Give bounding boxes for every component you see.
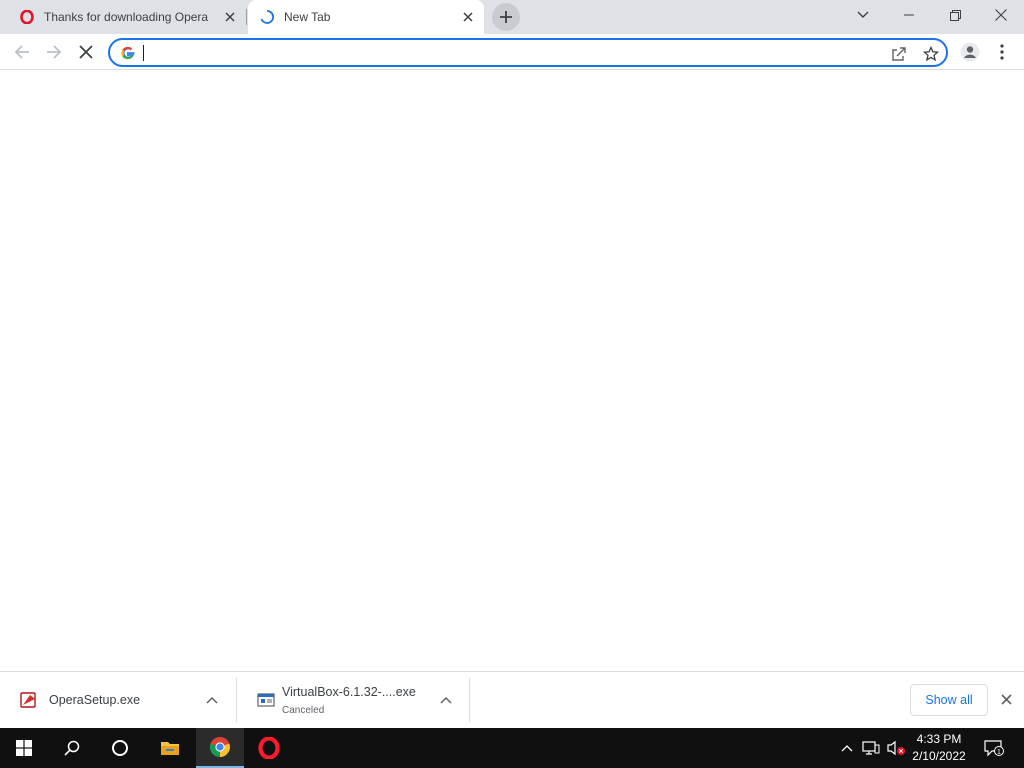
close-icon (79, 45, 93, 59)
tab-separator (246, 9, 247, 25)
chevron-up-icon[interactable] (202, 690, 222, 710)
minimize-icon (904, 14, 914, 16)
opera-icon (20, 9, 34, 25)
chevron-up-icon[interactable] (436, 690, 456, 710)
restore-button[interactable] (932, 0, 978, 30)
file-explorer-icon (161, 742, 179, 755)
close-icon (995, 9, 1007, 21)
chrome-icon (209, 737, 230, 758)
avatar-icon (960, 42, 980, 62)
arrow-left-icon (14, 45, 29, 59)
close-tab-icon[interactable] (220, 7, 240, 27)
arrow-right-icon (47, 45, 62, 59)
stop-loading-button[interactable] (72, 38, 100, 66)
text-cursor (143, 45, 144, 61)
google-icon (120, 45, 136, 61)
tab-search-button[interactable] (840, 0, 886, 30)
download-status: Canceled (282, 705, 325, 716)
show-all-button[interactable]: Show all (910, 684, 988, 716)
address-input[interactable] (146, 43, 886, 63)
more-vertical-icon (1000, 44, 1004, 60)
close-window-button[interactable] (978, 0, 1024, 30)
svg-text:1: 1 (997, 749, 1001, 756)
opera-installer-icon (20, 691, 38, 709)
file-explorer-button[interactable] (146, 728, 194, 768)
download-separator (469, 678, 470, 722)
back-button[interactable] (8, 38, 36, 66)
network-button[interactable] (860, 728, 882, 768)
chrome-window: Thanks for downloading Opera New Tab Ope… (0, 0, 1024, 768)
opera-icon (258, 737, 280, 759)
system-clock[interactable]: 4:33 PM 2/10/2022 (906, 731, 972, 765)
menu-button[interactable] (988, 38, 1016, 66)
download-item-opera[interactable]: OperaSetup.exe (0, 678, 236, 722)
bookmark-star-icon[interactable] (920, 43, 942, 65)
chevron-down-icon (857, 11, 869, 18)
tab-new-tab[interactable]: New Tab (248, 0, 484, 34)
plus-icon (500, 11, 512, 23)
action-center-button[interactable]: 1 (978, 728, 1010, 768)
restore-icon (949, 9, 961, 21)
new-tab-button[interactable] (492, 3, 520, 31)
toolbar (0, 34, 1024, 70)
volume-muted-icon (887, 740, 905, 756)
chevron-up-icon (841, 745, 853, 752)
tab-strip: Thanks for downloading Opera New Tab (0, 0, 1024, 34)
download-filename: VirtualBox-6.1.32-....exe (282, 685, 416, 699)
search-icon (64, 740, 80, 756)
minimize-button[interactable] (886, 0, 932, 30)
cortana-button[interactable] (96, 728, 144, 768)
tab-title: Thanks for downloading Opera (44, 10, 209, 24)
download-shelf: OperaSetup.exe VirtualBox-6.1.32-....exe… (0, 671, 1024, 728)
volume-button[interactable] (884, 728, 908, 768)
tab-title: New Tab (284, 10, 331, 24)
network-icon (862, 741, 880, 755)
tab-opera-download[interactable]: Thanks for downloading Opera (8, 0, 246, 34)
share-icon[interactable] (888, 43, 910, 65)
show-hidden-icons-button[interactable] (838, 728, 856, 768)
clock-time: 4:33 PM (916, 732, 962, 746)
page-content (0, 71, 1024, 671)
chrome-taskbar-button[interactable] (196, 728, 244, 768)
cortana-icon (112, 740, 128, 756)
exe-file-icon (257, 691, 275, 709)
loading-spinner-icon (260, 10, 275, 24)
opera-taskbar-button[interactable] (245, 728, 293, 768)
notification-icon: 1 (984, 740, 1004, 757)
close-shelf-icon[interactable] (996, 689, 1016, 709)
start-icon (16, 740, 32, 756)
profile-button[interactable] (956, 38, 984, 66)
clock-date: 2/10/2022 (912, 749, 966, 763)
forward-button[interactable] (40, 38, 68, 66)
download-filename: OperaSetup.exe (49, 693, 141, 707)
windows-taskbar: 4:33 PM 2/10/2022 1 (0, 728, 1024, 768)
close-tab-icon[interactable] (458, 7, 478, 27)
taskbar-search-button[interactable] (48, 728, 96, 768)
start-button[interactable] (0, 728, 48, 768)
address-bar[interactable] (108, 38, 948, 67)
download-item-virtualbox[interactable]: VirtualBox-6.1.32-....exe Canceled (237, 678, 469, 722)
